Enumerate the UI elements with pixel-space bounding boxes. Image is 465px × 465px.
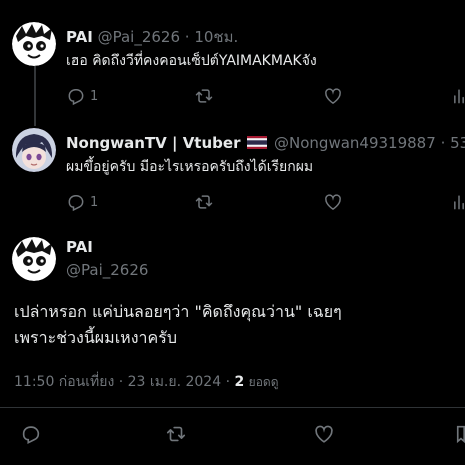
views-label: ยอดดู [248, 375, 279, 389]
views-button[interactable] [452, 192, 465, 212]
author-name[interactable]: PAI [66, 28, 93, 46]
like-button[interactable] [323, 86, 343, 106]
tweet-header: PAI @Pai_2626 · 10ชม. [66, 25, 238, 49]
author-handle[interactable]: @Pai_2626 [98, 28, 180, 46]
retweet-icon [195, 89, 213, 103]
avatar-nongwan[interactable] [12, 128, 56, 172]
views-button[interactable] [452, 86, 465, 106]
reply-icon [68, 89, 84, 106]
main-like-button[interactable] [313, 423, 335, 445]
reply-button[interactable]: 1 [66, 192, 98, 212]
tweet-meta: 11:50 ก่อนเที่ยง · 23 เม.ย. 2024 · 2 ยอด… [14, 371, 279, 393]
avatar-pai[interactable] [12, 22, 56, 66]
author-name[interactable]: NongwanTV | Vtuber [66, 134, 240, 152]
like-icon [325, 194, 341, 210]
thread-line [34, 66, 36, 126]
main-retweet-button[interactable] [164, 423, 188, 445]
avatar-pai[interactable] [12, 237, 56, 281]
main-bookmark-button[interactable] [456, 423, 465, 445]
retweet-icon [166, 426, 186, 442]
tweet-timestamp[interactable]: 11:50 ก่อนเที่ยง · 23 เม.ย. 2024 · [14, 374, 230, 390]
views-count: 2 [234, 374, 245, 390]
like-icon [315, 425, 333, 443]
retweet-button[interactable] [193, 86, 215, 106]
tweet-text: เฮอ คิดถึงวีที่คงคอนเซ็ปต์YAIMAKMAKจัง [66, 53, 317, 69]
like-button[interactable] [323, 192, 343, 212]
reply-count: 1 [90, 88, 99, 104]
avatar-image [12, 22, 56, 66]
thailand-flag-icon [247, 135, 268, 149]
tweet-header: NongwanTV | Vtuber @Nongwan49319887 · 53… [66, 131, 465, 155]
views-icon [454, 89, 464, 104]
tweet-text-line-1: เปล่าหรอก แค่บ่นลอยๆว่า "คิดถึงคุณว่าน" … [14, 302, 342, 321]
reply-count: 1 [90, 194, 99, 210]
avatar-image [12, 237, 56, 281]
like-icon [325, 88, 341, 104]
reply-icon [22, 426, 40, 445]
author-handle[interactable]: @Pai_2626 [66, 261, 148, 279]
tweet-text: ผมขึ้อยู่ครับ มีอะไรเหรอครับถึงได้เรียกผ… [66, 159, 314, 175]
views-icon [454, 195, 464, 210]
tweet-time[interactable]: 10ชม. [194, 28, 238, 46]
main-reply-button[interactable] [20, 423, 42, 445]
author-handle[interactable]: @Nongwan49319887 [274, 134, 436, 152]
separator-dot: · [184, 28, 190, 46]
author-name[interactable]: PAI [66, 238, 93, 256]
divider [0, 407, 465, 408]
separator-dot: · [440, 134, 446, 152]
tweet-time[interactable]: 53น [450, 134, 465, 152]
tweet-text-line-2: เพราะช่วงนี้ผมเหงาครับ [14, 328, 177, 347]
retweet-icon [195, 195, 213, 209]
retweet-button[interactable] [193, 192, 215, 212]
bookmark-icon [456, 425, 465, 444]
reply-icon [68, 195, 84, 212]
avatar-image [12, 128, 56, 172]
reply-button[interactable]: 1 [66, 86, 98, 106]
